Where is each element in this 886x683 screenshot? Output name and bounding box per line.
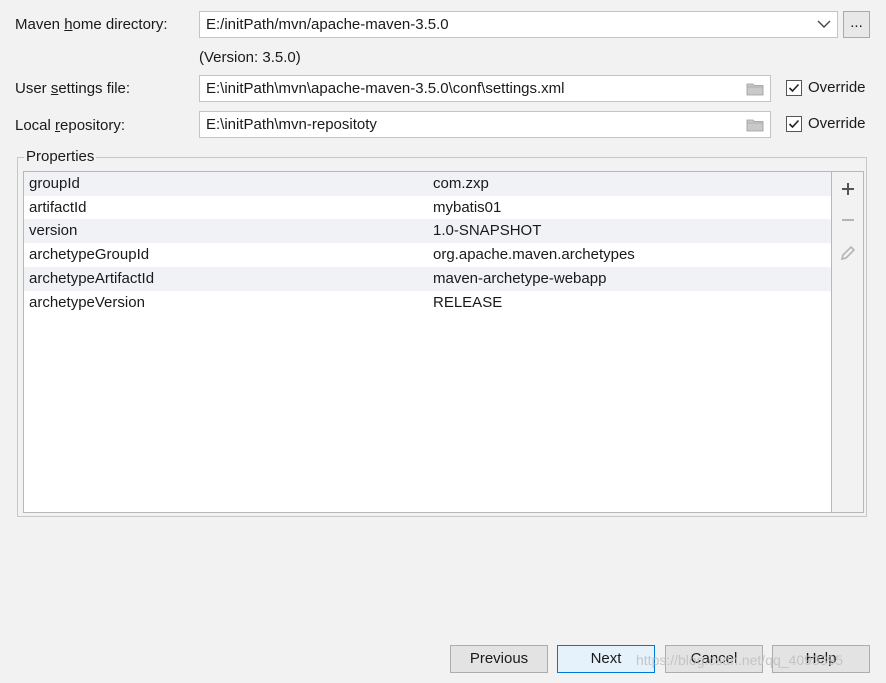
browse-maven-home-button[interactable]: ... (843, 11, 870, 38)
properties-title: Properties (24, 148, 97, 166)
next-button[interactable]: Next (557, 645, 655, 673)
table-row[interactable]: groupId com.zxp (24, 172, 831, 196)
property-value: mybatis01 (433, 199, 502, 216)
table-row[interactable]: archetypeVersion RELEASE (24, 291, 831, 315)
folder-icon[interactable] (746, 118, 764, 132)
property-key: archetypeArtifactId (29, 270, 155, 287)
chevron-down-icon[interactable] (817, 19, 831, 29)
local-repo-label: Local repository: (15, 117, 126, 134)
folder-icon[interactable] (746, 82, 764, 96)
user-settings-field[interactable]: E:\initPath\mvn\apache-maven-3.5.0\conf\… (199, 75, 771, 102)
property-key: artifactId (29, 199, 87, 216)
checkmark-icon (788, 119, 800, 129)
properties-table: groupId com.zxp artifactId mybatis01 ver… (23, 171, 832, 513)
local-repo-override-checkbox[interactable] (786, 116, 802, 132)
local-repo-override-label: Override (808, 115, 866, 132)
property-value: maven-archetype-webapp (433, 270, 607, 287)
property-value: RELEASE (433, 294, 503, 311)
edit-icon[interactable] (839, 244, 857, 262)
table-row[interactable]: archetypeGroupId org.apache.maven.archet… (24, 243, 831, 267)
user-settings-value: E:\initPath\mvn\apache-maven-3.5.0\conf\… (206, 80, 565, 97)
table-row[interactable]: archetypeArtifactId maven-archetype-weba… (24, 267, 831, 291)
user-settings-override-label: Override (808, 79, 866, 96)
local-repo-value: E:\initPath\mvn-repositoty (206, 116, 377, 133)
maven-home-label: Maven home directory: (15, 16, 168, 33)
add-icon[interactable] (839, 180, 857, 198)
user-settings-label: User settings file: (15, 80, 131, 97)
property-value: com.zxp (433, 175, 489, 192)
previous-button[interactable]: Previous (450, 645, 548, 673)
property-key: archetypeGroupId (29, 246, 150, 263)
table-row[interactable]: version 1.0-SNAPSHOT (24, 219, 831, 243)
user-settings-override-checkbox[interactable] (786, 80, 802, 96)
maven-home-value: E:/initPath/mvn/apache-maven-3.5.0 (206, 16, 449, 33)
property-key: version (29, 222, 78, 239)
maven-home-combobox[interactable]: E:/initPath/mvn/apache-maven-3.5.0 (199, 11, 838, 38)
remove-icon[interactable] (839, 211, 857, 229)
property-key: groupId (29, 175, 80, 192)
cancel-button[interactable]: Cancel (665, 645, 763, 673)
properties-toolbar (832, 171, 864, 513)
table-row[interactable]: artifactId mybatis01 (24, 196, 831, 220)
property-value: 1.0-SNAPSHOT (433, 222, 542, 239)
property-value: org.apache.maven.archetypes (433, 246, 635, 263)
help-button[interactable]: Help (772, 645, 870, 673)
maven-version-text: (Version: 3.5.0) (199, 49, 301, 66)
property-key: archetypeVersion (29, 294, 145, 311)
local-repo-field[interactable]: E:\initPath\mvn-repositoty (199, 111, 771, 138)
checkmark-icon (788, 83, 800, 93)
